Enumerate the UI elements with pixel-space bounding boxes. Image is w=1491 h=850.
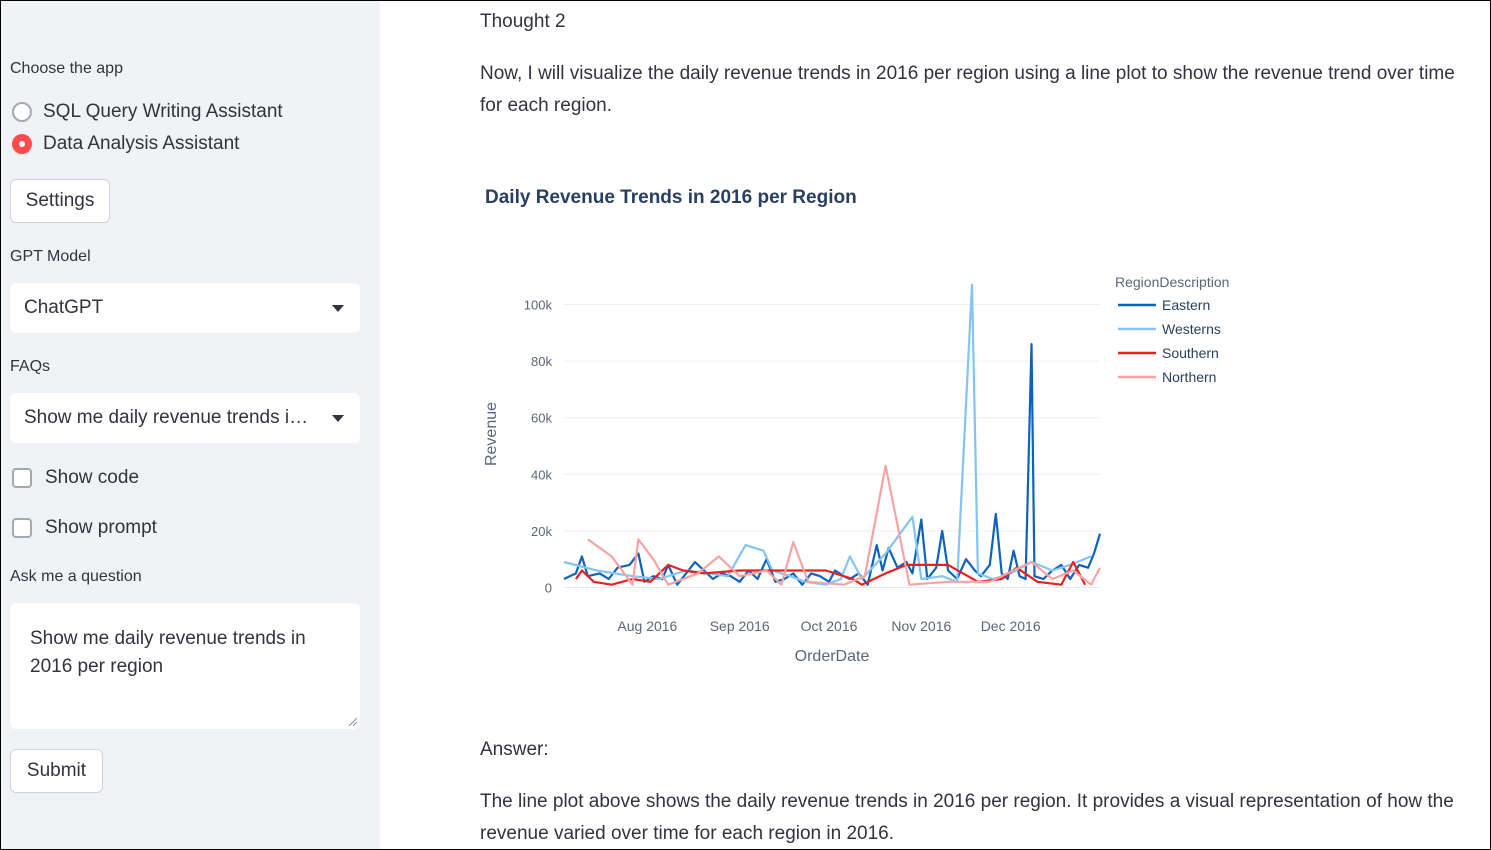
chevron-down-icon bbox=[332, 305, 344, 312]
y-tick-label: 80k bbox=[531, 354, 552, 369]
radio-unselected-icon[interactable] bbox=[12, 102, 32, 122]
y-tick-label: 60k bbox=[531, 411, 552, 426]
main-content: Thought 2 Now, I will visualize the dail… bbox=[380, 0, 1491, 850]
faqs-value: Show me daily revenue trends in 2016 per… bbox=[24, 407, 312, 428]
show-code-label: Show code bbox=[45, 467, 140, 488]
legend-entry: Westerns bbox=[1162, 321, 1221, 337]
line-chart-svg: 0 20k 40k 60k 80k 100k Aug 2016 Sep 2016 Oct 201… bbox=[483, 274, 1229, 665]
gpt-model-select[interactable]: ChatGPT bbox=[10, 283, 360, 333]
radio-label-data-analysis-assistant: Data Analysis Assistant bbox=[43, 133, 240, 154]
faqs-select[interactable]: Show me daily revenue trends in 2016 per… bbox=[10, 393, 360, 443]
revenue-chart: Daily Revenue Trends in 2016 per Region … bbox=[480, 180, 1260, 680]
legend-entry: Northern bbox=[1162, 369, 1216, 385]
show-code-checkbox[interactable] bbox=[12, 468, 32, 488]
show-prompt-checkbox[interactable] bbox=[12, 518, 32, 538]
settings-button[interactable]: Settings bbox=[10, 179, 110, 223]
radio-label-sql-assistant: SQL Query Writing Assistant bbox=[43, 101, 283, 122]
x-tick-label: Dec 2016 bbox=[981, 618, 1041, 634]
y-tick-label: 40k bbox=[531, 467, 552, 482]
show-prompt-checkbox-row[interactable]: Show prompt bbox=[12, 517, 157, 539]
gpt-model-value: ChatGPT bbox=[24, 297, 104, 318]
gpt-model-label: GPT Model bbox=[10, 248, 91, 265]
show-code-checkbox-row[interactable]: Show code bbox=[12, 467, 139, 489]
x-tick-label: Sep 2016 bbox=[710, 618, 770, 634]
show-prompt-label: Show prompt bbox=[45, 517, 157, 538]
y-axis-title: Revenue bbox=[483, 402, 500, 466]
series-line-westerns bbox=[563, 283, 1092, 586]
legend-entry: Southern bbox=[1162, 345, 1219, 361]
legend-entry: Eastern bbox=[1162, 297, 1210, 313]
app-choice-label: Choose the app bbox=[10, 60, 123, 77]
y-tick-label: 20k bbox=[531, 524, 552, 539]
radio-option-sql-assistant[interactable]: SQL Query Writing Assistant bbox=[12, 101, 283, 123]
question-textarea-value: Show me daily revenue trends in 2016 per… bbox=[30, 628, 306, 677]
sidebar: Choose the app SQL Query Writing Assista… bbox=[0, 0, 380, 850]
faqs-label: FAQs bbox=[10, 358, 51, 375]
thought-text: Now, I will visualize the daily revenue … bbox=[480, 63, 1455, 116]
submit-button[interactable]: Submit bbox=[10, 749, 103, 793]
x-axis-title: OrderDate bbox=[795, 648, 870, 665]
radio-selected-icon[interactable] bbox=[12, 134, 32, 154]
thought-heading: Thought 2 bbox=[480, 11, 566, 32]
y-tick-label: 0 bbox=[545, 581, 552, 596]
question-label: Ask me a question bbox=[10, 568, 142, 585]
radio-option-data-analysis-assistant[interactable]: Data Analysis Assistant bbox=[12, 133, 239, 155]
resize-handle-icon[interactable] bbox=[349, 718, 357, 726]
y-tick-label: 100k bbox=[524, 298, 553, 313]
x-tick-label: Aug 2016 bbox=[617, 618, 677, 634]
chart-title: Daily Revenue Trends in 2016 per Region bbox=[485, 187, 857, 208]
answer-text: The line plot above shows the daily reve… bbox=[480, 791, 1454, 844]
x-tick-label: Oct 2016 bbox=[801, 618, 858, 634]
answer-heading: Answer: bbox=[480, 739, 549, 760]
chevron-down-icon bbox=[332, 415, 344, 422]
legend-title: RegionDescription bbox=[1115, 274, 1229, 290]
question-textarea[interactable]: Show me daily revenue trends in 2016 per… bbox=[10, 603, 360, 729]
x-tick-label: Nov 2016 bbox=[891, 618, 951, 634]
